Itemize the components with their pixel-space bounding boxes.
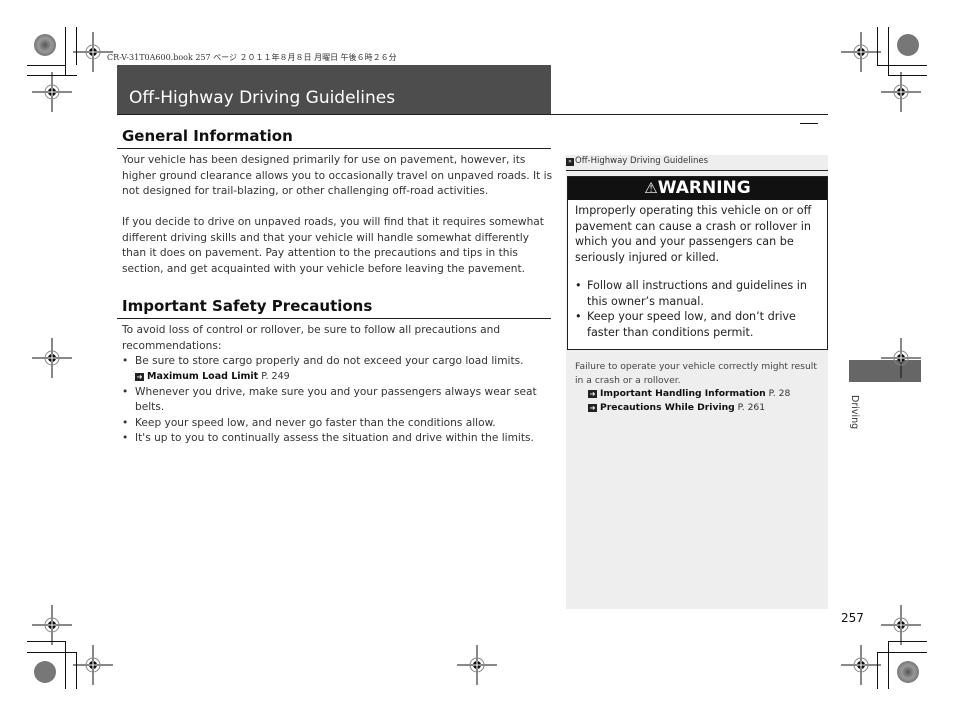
registration-mark (31, 337, 73, 379)
color-target-mark (897, 661, 919, 683)
registration-mark (31, 604, 73, 646)
registration-mark (840, 644, 882, 686)
color-target-mark (897, 34, 919, 56)
registration-mark (72, 644, 114, 686)
color-target-mark (34, 34, 56, 56)
registration-mark (456, 644, 498, 686)
registration-mark (880, 71, 922, 113)
registration-mark (880, 604, 922, 646)
color-target-mark (34, 661, 56, 683)
registration-mark (840, 31, 882, 73)
registration-mark (880, 337, 922, 379)
registration-mark (31, 71, 73, 113)
registration-marks (31, 31, 922, 686)
registration-mark (72, 31, 114, 73)
